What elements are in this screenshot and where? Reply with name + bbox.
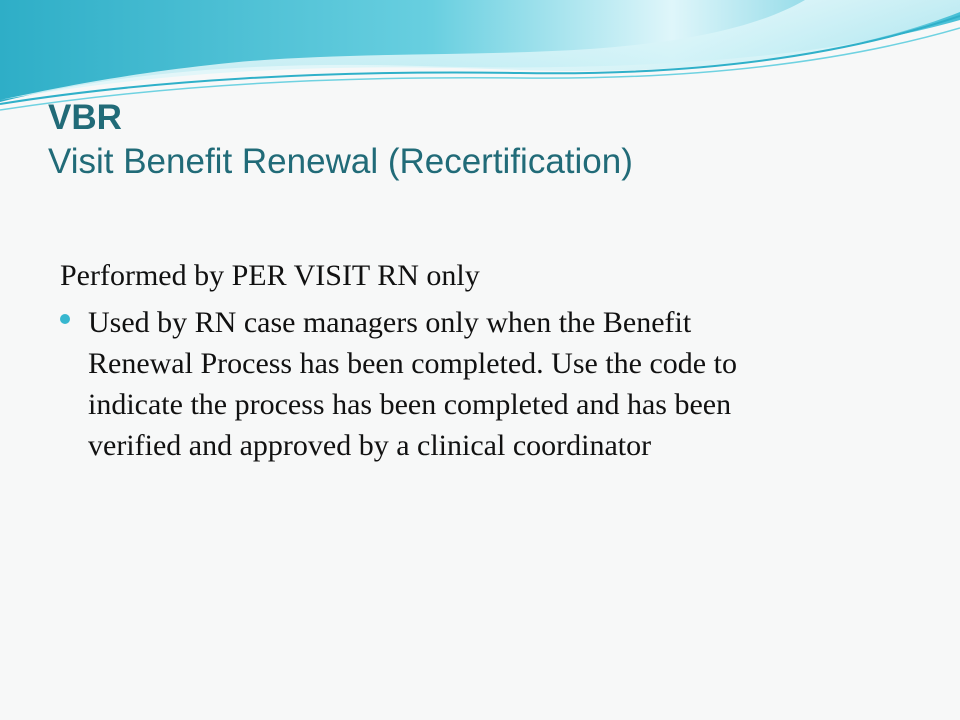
slide-content: Performed by PER VISIT RN only Used by R… <box>60 256 910 466</box>
bullet-dot-icon <box>60 314 70 324</box>
bullet-icon <box>60 302 88 324</box>
title-block: VBR Visit Benefit Renewal (Recertificati… <box>48 96 928 184</box>
slide: VBR Visit Benefit Renewal (Recertificati… <box>0 0 960 720</box>
bullet-text: Used by RN case managers only when the B… <box>88 306 737 462</box>
lead-text: Performed by PER VISIT RN only <box>60 259 480 292</box>
slide-title: VBR <box>48 98 122 137</box>
bullet-item: Used by RN case managers only when the B… <box>60 302 910 466</box>
slide-subtitle: Visit Benefit Renewal (Recertification) <box>48 142 633 181</box>
